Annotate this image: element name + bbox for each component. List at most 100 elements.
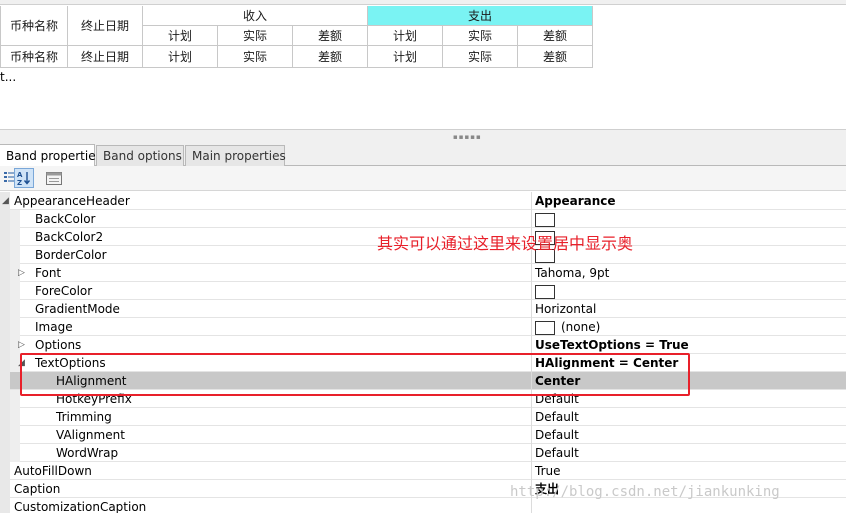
- horizontal-splitter[interactable]: ▪▪▪▪▪: [0, 129, 846, 142]
- indent-guide: [10, 444, 20, 462]
- property-row-appearanceheader[interactable]: ◢ AppearanceHeader Appearance: [2, 192, 846, 210]
- expand-icon[interactable]: ▷: [18, 336, 25, 354]
- property-name: Caption: [14, 482, 61, 496]
- property-value[interactable]: True: [535, 462, 561, 480]
- property-name: Options: [35, 338, 82, 352]
- property-name: HAlignment: [56, 374, 127, 388]
- data-cell-currency-name[interactable]: 币种名称: [0, 46, 68, 68]
- property-row-wordwrap[interactable]: WordWrap Default: [10, 444, 846, 462]
- property-row-valignment[interactable]: VAlignment Default: [10, 426, 846, 444]
- column-divider[interactable]: [531, 354, 532, 372]
- data-cell[interactable]: 计划: [368, 46, 443, 68]
- property-row-forecolor[interactable]: ForeColor: [10, 282, 846, 300]
- column-divider[interactable]: [531, 372, 532, 390]
- data-cell[interactable]: 差额: [293, 46, 368, 68]
- column-divider[interactable]: [531, 336, 532, 354]
- indent-guide: [10, 318, 20, 336]
- truncated-text: t...: [0, 70, 17, 84]
- band-header-expense[interactable]: 支出: [368, 6, 593, 26]
- property-name: WordWrap: [56, 446, 119, 460]
- property-row-trimming[interactable]: Trimming Default: [10, 408, 846, 426]
- data-cell-end-date[interactable]: 终止日期: [68, 46, 143, 68]
- column-divider[interactable]: [531, 390, 532, 408]
- column-header-income-actual[interactable]: 实际: [218, 26, 293, 46]
- property-value-text: True: [535, 464, 561, 478]
- color-swatch: [535, 320, 555, 335]
- column-divider[interactable]: [531, 300, 532, 318]
- property-row-textoptions[interactable]: ◢ TextOptions HAlignment = Center: [10, 354, 846, 372]
- column-header-expense-diff[interactable]: 差额: [518, 26, 593, 46]
- tab-band-options[interactable]: Band options: [96, 145, 184, 166]
- collapse-icon[interactable]: ◢: [18, 354, 25, 372]
- property-row-halignment[interactable]: HAlignment Center: [10, 372, 846, 390]
- property-value[interactable]: Tahoma, 9pt: [535, 264, 609, 282]
- column-header-expense-plan[interactable]: 计划: [368, 26, 443, 46]
- annotation-note: 其实可以通过这里来设置居中显示奥: [377, 234, 634, 253]
- column-divider[interactable]: [531, 282, 532, 300]
- sort-az-icon-glyph: A Z: [17, 171, 31, 186]
- indent-guide: [10, 300, 20, 318]
- data-cell[interactable]: 实际: [218, 46, 293, 68]
- column-divider[interactable]: [531, 462, 532, 480]
- svg-text:A: A: [17, 171, 23, 179]
- property-value[interactable]: [535, 210, 561, 228]
- property-value[interactable]: (none): [535, 318, 600, 336]
- data-cell[interactable]: 计划: [143, 46, 218, 68]
- column-header-expense-actual[interactable]: 实际: [443, 26, 518, 46]
- column-divider[interactable]: [531, 408, 532, 426]
- column-divider[interactable]: [531, 210, 532, 228]
- property-value[interactable]: UseTextOptions = True: [535, 336, 689, 354]
- property-row-font[interactable]: ▷ Font Tahoma, 9pt: [10, 264, 846, 282]
- property-value[interactable]: Horizontal: [535, 300, 596, 318]
- property-row-backcolor[interactable]: BackColor: [10, 210, 846, 228]
- tab-band-properties[interactable]: Band properties: [0, 144, 102, 166]
- property-name: AppearanceHeader: [14, 194, 130, 208]
- column-divider[interactable]: [531, 444, 532, 462]
- property-row-hotkeyprefix[interactable]: HotkeyPrefix Default: [10, 390, 846, 408]
- property-grid-gutter: [0, 192, 10, 513]
- data-cell[interactable]: 实际: [443, 46, 518, 68]
- property-value[interactable]: Default: [535, 444, 579, 462]
- column-divider[interactable]: [531, 498, 532, 513]
- column-header-end-date[interactable]: 终止日期: [68, 6, 143, 46]
- property-name: CustomizationCaption: [14, 500, 147, 513]
- tab-main-properties[interactable]: Main properties: [185, 145, 286, 166]
- column-header-currency-name[interactable]: 币种名称: [0, 6, 68, 46]
- property-value[interactable]: Default: [535, 390, 579, 408]
- column-divider[interactable]: [531, 264, 532, 282]
- property-name: GradientMode: [35, 302, 120, 316]
- splitter-grip-icon: ▪▪▪▪▪: [453, 133, 482, 141]
- property-value-text: Tahoma, 9pt: [535, 266, 610, 280]
- property-row-options[interactable]: ▷ Options UseTextOptions = True: [10, 336, 846, 354]
- column-header-income-plan[interactable]: 计划: [143, 26, 218, 46]
- color-swatch: [535, 212, 555, 227]
- property-name: Font: [35, 266, 62, 280]
- collapse-icon[interactable]: ◢: [2, 192, 9, 210]
- property-value[interactable]: Center: [535, 372, 580, 390]
- indent-guide: [10, 390, 20, 408]
- band-header-income[interactable]: 收入: [143, 6, 368, 26]
- property-row-image[interactable]: Image (none): [10, 318, 846, 336]
- indent-guide: [10, 408, 20, 426]
- property-value[interactable]: Default: [535, 408, 579, 426]
- property-row-autofilldown[interactable]: AutoFillDown True: [10, 462, 846, 480]
- property-pages-icon[interactable]: [44, 168, 64, 188]
- property-row-gradientmode[interactable]: GradientMode Horizontal: [10, 300, 846, 318]
- column-divider[interactable]: [531, 426, 532, 444]
- property-value[interactable]: HAlignment = Center: [535, 354, 678, 372]
- column-divider[interactable]: [531, 192, 532, 210]
- property-value[interactable]: Default: [535, 426, 579, 444]
- property-name: BackColor: [35, 212, 96, 226]
- preview-top-border: [0, 0, 846, 5]
- data-cell[interactable]: 差额: [518, 46, 593, 68]
- band-grid-preview: 币种名称 终止日期 收入 支出 计划 实际 差额 计划 实际 差额 币种名称 终…: [0, 0, 846, 130]
- property-row-customizationcaption[interactable]: CustomizationCaption: [10, 498, 846, 513]
- property-value[interactable]: [535, 282, 561, 300]
- expand-icon[interactable]: ▷: [18, 264, 25, 282]
- column-divider[interactable]: [531, 318, 532, 336]
- property-value-text: Horizontal: [535, 302, 597, 316]
- property-value[interactable]: Appearance: [535, 192, 616, 210]
- property-name: TextOptions: [35, 356, 106, 370]
- column-header-income-diff[interactable]: 差额: [293, 26, 368, 46]
- sort-az-icon[interactable]: A Z: [14, 168, 34, 188]
